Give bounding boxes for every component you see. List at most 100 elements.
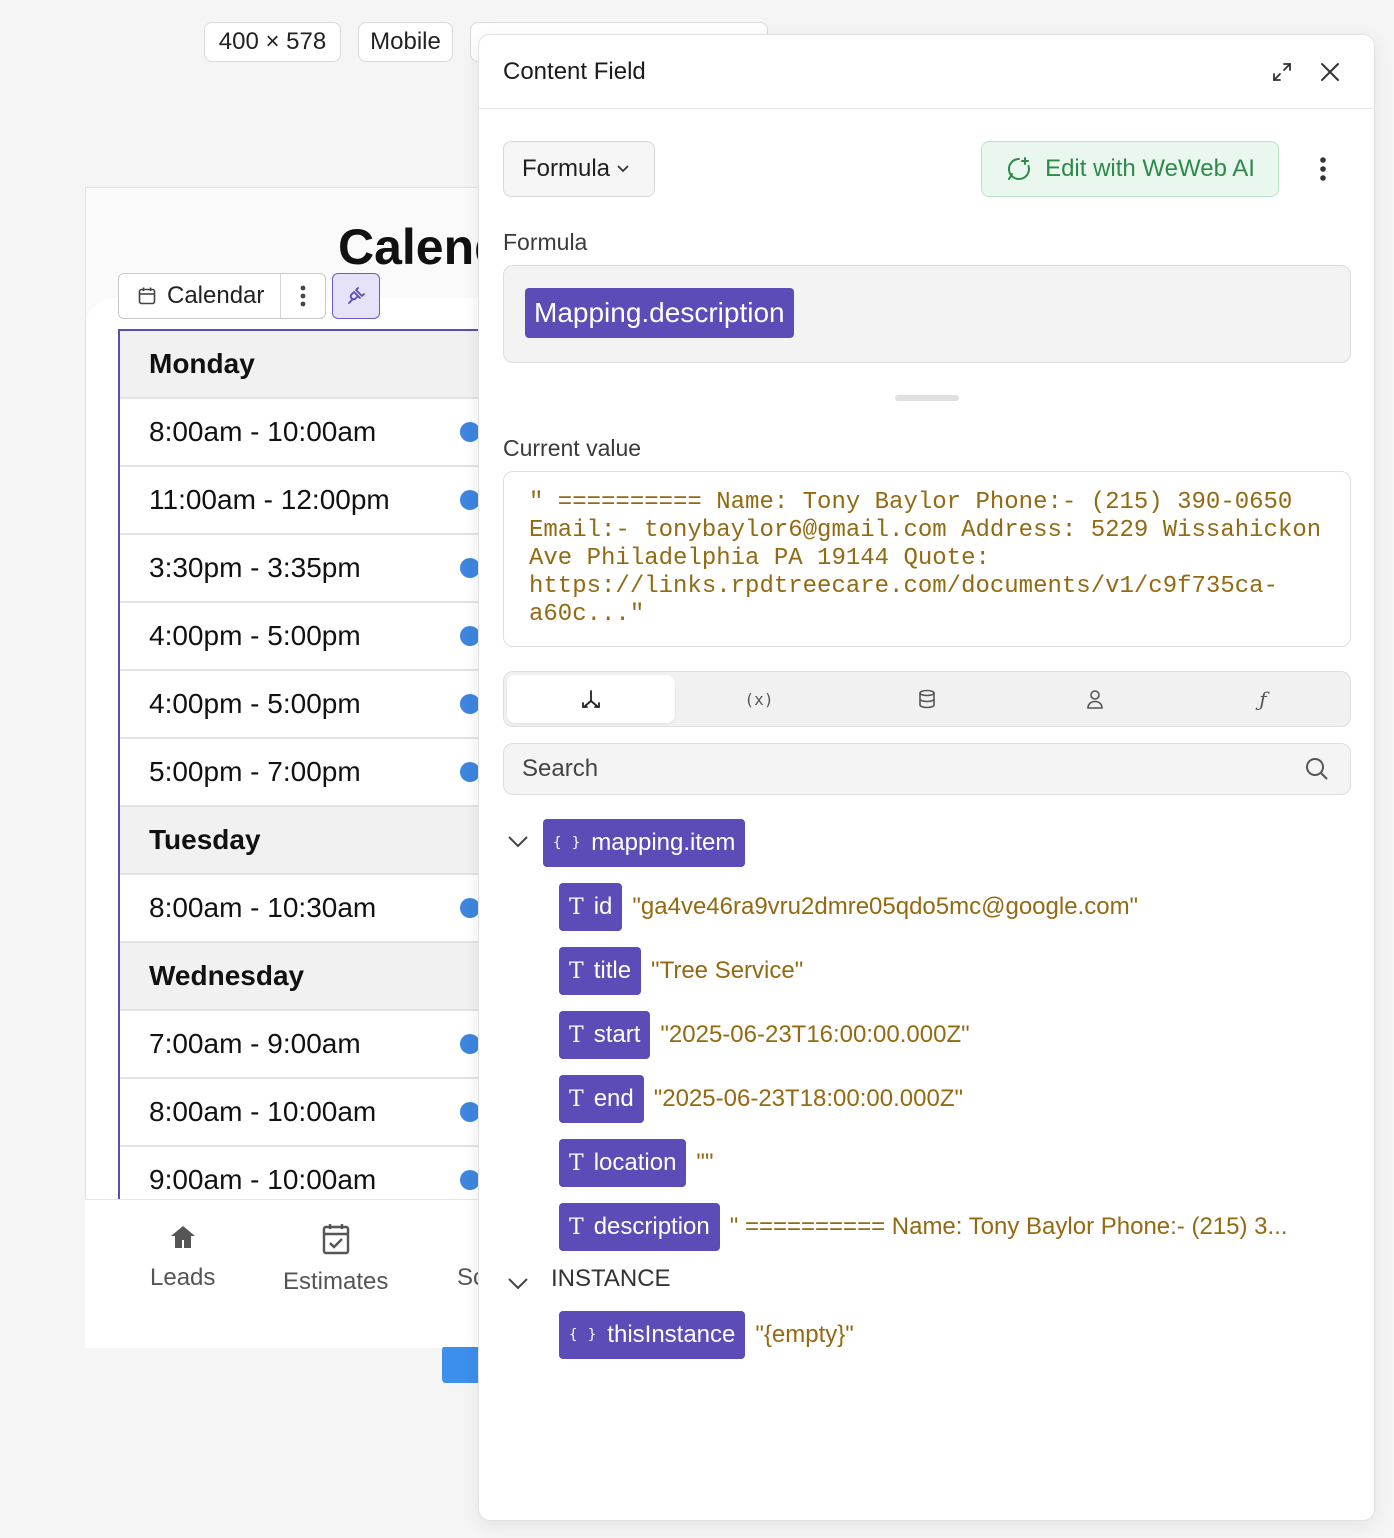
- text-type-icon: T: [569, 1086, 584, 1112]
- time-slot-row[interactable]: 5:00pm - 7:00pm: [120, 739, 488, 807]
- event-dot: [460, 558, 480, 578]
- viewport-size-chip[interactable]: 400 × 578: [204, 22, 341, 62]
- device-mode-chip[interactable]: Mobile: [358, 22, 453, 62]
- text-type-icon: T: [569, 1022, 584, 1048]
- binding-mode-select[interactable]: Formula: [503, 141, 655, 197]
- binding-button[interactable]: [332, 273, 381, 319]
- user-icon: [1087, 690, 1103, 709]
- nav-estimates-label: Estimates: [283, 1268, 389, 1295]
- calendar-check-icon: [322, 1224, 349, 1255]
- nav-leads[interactable]: Leads: [150, 1222, 215, 1292]
- tree-pill[interactable]: Tlocation: [559, 1139, 687, 1187]
- tree-pill[interactable]: Tend: [559, 1075, 644, 1123]
- event-dot: [460, 694, 480, 714]
- tree-pill[interactable]: Ttitle: [559, 947, 642, 995]
- tab-variables[interactable]: (x): [675, 675, 843, 723]
- tree-node-this-instance[interactable]: { } thisInstance "{empty}": [559, 1311, 854, 1359]
- edit-with-ai-button[interactable]: Edit with WeWeb AI: [981, 141, 1279, 197]
- event-dot: [460, 626, 480, 646]
- edit-with-ai-label: Edit with WeWeb AI: [1045, 155, 1255, 182]
- plug-icon: [348, 287, 366, 304]
- time-slot-row[interactable]: 4:00pm - 5:00pm: [120, 671, 488, 739]
- tab-collections[interactable]: [843, 675, 1011, 723]
- formula-label: Formula: [503, 229, 588, 255]
- tree-node-label: start: [593, 1021, 641, 1048]
- time-slot-row[interactable]: 4:00pm - 5:00pm: [120, 603, 488, 671]
- time-slot-label: 8:00am - 10:30am: [149, 892, 377, 923]
- database-icon: [919, 689, 935, 709]
- object-icon: { }: [569, 1327, 598, 1343]
- formula-editor[interactable]: Mapping.description: [503, 265, 1351, 363]
- formula-token[interactable]: Mapping.description: [525, 288, 794, 338]
- tree-node-title[interactable]: Ttitle "Tree Service": [559, 947, 803, 995]
- calendar-list: Monday 8:00am - 10:00am 11:00am - 12:00pm 3…: [118, 329, 488, 1345]
- search-icon: [1306, 758, 1328, 780]
- time-slot-row[interactable]: 8:00am - 10:00am: [120, 1079, 488, 1147]
- time-slot-label: 8:00am - 10:00am: [149, 1096, 377, 1127]
- search-placeholder: Search: [522, 755, 599, 782]
- home-icon: [170, 1226, 195, 1248]
- time-slot-row[interactable]: 7:00am - 9:00am: [120, 1011, 488, 1079]
- time-slot-row[interactable]: 8:00am - 10:00am: [120, 399, 488, 467]
- tree-pill[interactable]: { } mapping.item: [543, 819, 746, 867]
- close-icon: [1321, 62, 1339, 81]
- tree-node-id[interactable]: Tid "ga4ve46ra9vru2dmre05qdo5mc@google.co…: [559, 883, 1138, 931]
- chevron-down-icon[interactable]: [507, 835, 529, 849]
- binding-mode-value: Formula: [522, 155, 611, 182]
- tab-functions[interactable]: ƒ: [1179, 675, 1347, 723]
- tree-pill[interactable]: { } thisInstance: [559, 1311, 746, 1359]
- tree-node-value: " ========== Name: Tony Baylor Phone:- (…: [729, 1213, 1288, 1240]
- time-slot-label: 5:00pm - 7:00pm: [149, 756, 361, 787]
- tree-pill[interactable]: Tstart: [559, 1011, 651, 1059]
- tree-node-start[interactable]: Tstart "2025-06-23T16:00:00.000Z": [559, 1011, 970, 1059]
- time-slot-label: 4:00pm - 5:00pm: [149, 620, 361, 651]
- tree-node-value: "2025-06-23T18:00:00.000Z": [653, 1085, 963, 1112]
- tree-node-description[interactable]: Tdescription " ========== Name: Tony Bayl…: [559, 1203, 1288, 1251]
- tree-node-value: "": [696, 1149, 714, 1176]
- tree-node-end[interactable]: Tend "2025-06-23T18:00:00.000Z": [559, 1075, 963, 1123]
- calendar-icon: [138, 287, 156, 305]
- tree-node-label: id: [593, 893, 613, 920]
- event-dot: [460, 1034, 480, 1054]
- day-label: Wednesday: [149, 960, 305, 991]
- element-label[interactable]: Calendar: [119, 274, 282, 318]
- text-type-icon: T: [569, 1150, 584, 1176]
- chevron-down-icon[interactable]: [507, 1277, 529, 1291]
- time-slot-label: 9:00am - 10:00am: [149, 1164, 377, 1195]
- time-slot-label: 4:00pm - 5:00pm: [149, 688, 361, 719]
- variable-icon: (x): [744, 689, 774, 709]
- element-toolbar: Calendar: [118, 273, 381, 319]
- close-button[interactable]: [1310, 52, 1350, 92]
- tree-node-value: "2025-06-23T16:00:00.000Z": [660, 1021, 970, 1048]
- chevron-down-icon: [617, 165, 629, 173]
- tree-node-value: "{empty}": [755, 1321, 854, 1348]
- resize-handle[interactable]: [895, 395, 959, 401]
- search-input[interactable]: Search: [503, 743, 1351, 795]
- time-slot-label: 8:00am - 10:00am: [149, 416, 377, 447]
- tree-pill[interactable]: Tdescription: [559, 1203, 720, 1251]
- time-slot-label: 3:30pm - 3:35pm: [149, 552, 361, 583]
- time-slot-row[interactable]: 11:00am - 12:00pm: [120, 467, 488, 535]
- day-header: Tuesday: [120, 807, 488, 875]
- panel-more-button[interactable]: [1303, 141, 1343, 197]
- tree-node-mapping-item[interactable]: { } mapping.item: [543, 819, 746, 867]
- ai-sparkle-icon: [1008, 157, 1031, 180]
- time-slot-row[interactable]: 8:00am - 10:30am: [120, 875, 488, 943]
- element-more-button[interactable]: [281, 274, 325, 318]
- tab-user[interactable]: [1011, 675, 1179, 723]
- expand-icon: [1273, 62, 1291, 81]
- tree-node-location[interactable]: Tlocation "": [559, 1139, 713, 1187]
- time-slot-row[interactable]: 3:30pm - 3:35pm: [120, 535, 488, 603]
- expand-button[interactable]: [1262, 52, 1302, 92]
- instance-group-label: INSTANCE: [551, 1265, 671, 1292]
- tab-context[interactable]: [507, 675, 675, 723]
- blue-indicator: [442, 1346, 482, 1383]
- tree-pill[interactable]: Tid: [559, 883, 623, 931]
- tree-node-label: end: [593, 1085, 634, 1112]
- panel-header: Content Field: [479, 35, 1374, 109]
- nav-estimates[interactable]: Estimates: [283, 1222, 388, 1296]
- time-slot-label: 7:00am - 9:00am: [149, 1028, 361, 1059]
- content-field-panel: Content Field Formula Edit with WeWeb AI…: [478, 34, 1375, 1521]
- element-selector[interactable]: Calendar: [118, 273, 327, 319]
- panel-title: Content Field: [503, 57, 646, 85]
